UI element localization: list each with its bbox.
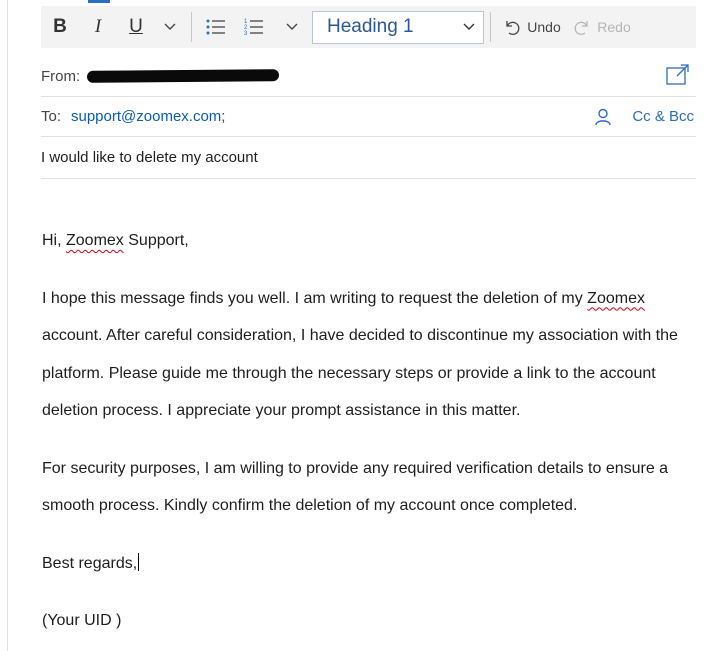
bold-button[interactable]: B — [41, 6, 79, 48]
redo-icon — [574, 21, 588, 35]
body-paragraph-1: I hope this message finds you well. I am… — [42, 280, 692, 430]
underline-button[interactable]: U — [117, 6, 155, 48]
chevron-down-icon — [286, 23, 298, 30]
to-label: To: — [41, 108, 62, 125]
toolbar-divider — [490, 12, 491, 42]
toolbar-divider — [191, 12, 192, 42]
misspelled-word: Zoomex — [587, 289, 645, 307]
chevron-down-icon — [164, 23, 176, 30]
paragraph-text: account. After careful consideration, I … — [42, 327, 678, 419]
redo-label: Redo — [597, 19, 631, 35]
bullet-list-button[interactable] — [198, 6, 234, 48]
svg-text:3: 3 — [244, 31, 248, 37]
redacted-sender — [86, 69, 280, 83]
numbered-list-button[interactable]: 1 2 3 — [234, 6, 274, 48]
to-row: To: support@zoomex.com; Cc & Bcc — [41, 97, 696, 137]
paragraph-text: I hope this message finds you well. I am… — [42, 289, 588, 307]
recipient-token[interactable]: support@zoomex.com; — [71, 108, 225, 125]
closing-line: Best regards, — [42, 545, 692, 583]
paragraph-style-select[interactable]: Heading 1 — [312, 10, 484, 44]
paragraph-style-value: Heading 1 — [327, 16, 414, 37]
popout-icon — [666, 64, 689, 85]
text-cursor — [138, 552, 140, 571]
subject-field[interactable]: I would like to delete my account — [41, 149, 258, 166]
from-label: From: — [41, 68, 81, 85]
closing-text: Best regards, — [42, 554, 138, 572]
undo-button[interactable]: Undo — [497, 6, 567, 48]
cc-bcc-button[interactable]: Cc & Bcc — [632, 108, 694, 125]
person-icon[interactable] — [594, 108, 612, 126]
active-tab-indicator — [88, 0, 110, 3]
redo-button[interactable]: Redo — [567, 6, 637, 48]
undo-label: Undo — [527, 19, 561, 35]
greeting-text: Support, — [123, 232, 189, 249]
font-options-dropdown[interactable] — [155, 6, 185, 48]
greeting-text: Hi, — [42, 232, 66, 249]
undo-icon — [506, 21, 520, 35]
greeting-paragraph: Hi, Zoomex Support, — [42, 222, 692, 260]
format-toolbar: B I U 1 2 3 Heading 1 Undo Redo — [41, 6, 696, 48]
numbered-list-icon: 1 2 3 — [244, 19, 263, 37]
bullet-list-icon — [206, 19, 225, 35]
italic-button[interactable]: I — [79, 6, 117, 48]
subject-row[interactable]: I would like to delete my account — [41, 137, 696, 179]
popout-button[interactable] — [666, 64, 690, 86]
from-row: From: — [41, 57, 696, 97]
body-paragraph-2: For security purposes, I am willing to p… — [42, 459, 669, 515]
message-body[interactable]: Hi, Zoomex Support, I hope this message … — [42, 222, 692, 651]
chevron-down-icon — [463, 23, 475, 30]
signature-line: (Your UID ) — [42, 612, 122, 629]
misspelled-word: Zoomex — [66, 232, 124, 249]
left-panel-edge — [0, 0, 8, 651]
paragraph-options-dropdown[interactable] — [274, 6, 310, 48]
